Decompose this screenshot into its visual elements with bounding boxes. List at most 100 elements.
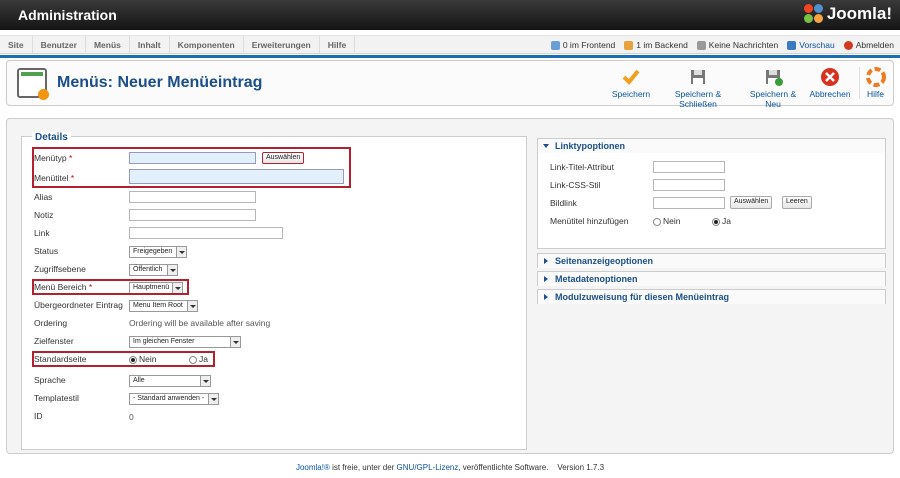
lang-value: Alle	[133, 377, 145, 384]
access-value: Öffentlich	[133, 266, 163, 273]
backend-count: 1 im Backend	[636, 40, 688, 50]
access-label: Zugriffsebene	[34, 264, 86, 274]
save-new-button[interactable]: Speichern & Neu	[743, 67, 803, 109]
access-select[interactable]: Öffentlich	[129, 264, 178, 276]
edit-form: Details Menütyp * Auswählen Menütitel * …	[6, 118, 894, 454]
footer: Joomla!® ist freie, unter der GNU/GPL-Li…	[0, 463, 900, 472]
lang-label: Sprache	[34, 375, 66, 385]
id-value: 0	[129, 412, 134, 422]
menu-site[interactable]: Site	[0, 36, 33, 54]
menu-help[interactable]: Hilfe	[320, 36, 356, 54]
parent-value: Menu Item Root	[133, 302, 183, 309]
title-attr-label: Link-Titel-Attribut	[550, 162, 614, 172]
ordering-label: Ordering	[34, 318, 68, 328]
frontend-count: 0 im Frontend	[562, 40, 616, 50]
metadata-panel: Metadatenoptionen	[537, 271, 886, 286]
dropdown-arrow-icon	[208, 394, 218, 404]
save-close-button[interactable]: Speichern & Schließen	[657, 67, 739, 109]
dropdown-arrow-icon	[187, 301, 197, 311]
joomla-logo-text: Joomla!	[826, 4, 892, 23]
radio-icon	[653, 217, 661, 226]
floppy-icon	[688, 67, 708, 87]
add-title-radio-no[interactable]: Nein	[653, 213, 680, 229]
target-value: Im gleichen Fenster	[133, 338, 195, 345]
cancel-icon	[820, 67, 840, 87]
lang-select[interactable]: Alle	[129, 375, 211, 387]
menu-menus[interactable]: Menüs	[86, 36, 130, 54]
tpl-select[interactable]: - Standard anwenden -	[129, 393, 219, 405]
footer-text-2: , veröffentlichte Software. Version 1.7.…	[458, 463, 605, 472]
title-attr-field[interactable]	[653, 161, 725, 173]
joomla-logo: Joomla!	[803, 4, 892, 24]
main-menubar: Site Benutzer Menüs Inhalt Komponenten E…	[0, 35, 900, 54]
save-button[interactable]: Speichern	[609, 67, 653, 99]
save-label: Speichern	[611, 89, 651, 99]
add-title-label: Menütitel hinzufügen	[550, 216, 629, 226]
messages-icon	[696, 40, 706, 50]
linktype-header[interactable]: Linktypoptionen	[538, 139, 885, 153]
module-assignment-panel: Modulzuweisung für diesen Menüeintrag	[537, 289, 886, 304]
messages-link[interactable]: Keine Nachrichten	[709, 40, 778, 50]
image-label: Bildlink	[550, 198, 577, 208]
top-header: Administration Joomla!	[0, 0, 900, 30]
note-field[interactable]	[129, 209, 256, 221]
add-title-radio-yes[interactable]: Ja	[712, 213, 731, 229]
link-label: Link	[34, 228, 50, 238]
link-field[interactable]	[129, 227, 283, 239]
highlight-menu	[32, 279, 189, 295]
save-new-label: Speichern & Neu	[749, 89, 797, 109]
menu-users[interactable]: Benutzer	[33, 36, 86, 54]
status-select[interactable]: Freigegeben	[129, 246, 187, 258]
tpl-value: - Standard anwenden -	[133, 395, 205, 402]
page-display-header[interactable]: Seitenanzeigeoptionen	[538, 254, 885, 268]
image-select-button[interactable]: Auswählen	[730, 196, 773, 209]
metadata-header[interactable]: Metadatenoptionen	[538, 272, 885, 286]
cancel-button[interactable]: Abbrechen	[808, 67, 852, 99]
menu-components[interactable]: Komponenten	[170, 36, 244, 54]
preview-link[interactable]: Vorschau	[799, 40, 834, 50]
target-label: Zielfenster	[34, 336, 74, 346]
help-button[interactable]: Hilfe	[859, 67, 891, 99]
target-select[interactable]: Im gleichen Fenster	[129, 336, 241, 348]
checkmark-icon	[621, 67, 641, 87]
header-divider	[0, 55, 900, 58]
dropdown-arrow-icon	[167, 265, 177, 275]
radio-selected-icon	[712, 217, 720, 226]
floppy-plus-icon	[763, 67, 783, 87]
parent-select[interactable]: Menu Item Root	[129, 300, 198, 312]
highlight-type-title	[32, 147, 351, 188]
status-bar: 0 im Frontend 1 im Backend Keine Nachric…	[550, 36, 894, 54]
image-clear-button[interactable]: Leeren	[782, 196, 812, 209]
highlight-home	[32, 351, 215, 367]
add-title-yes-label: Ja	[722, 216, 731, 226]
dropdown-arrow-icon	[230, 337, 240, 347]
menu-extensions[interactable]: Erweiterungen	[244, 36, 320, 54]
preview-icon	[787, 40, 797, 50]
note-label: Notiz	[34, 210, 54, 220]
save-close-label: Speichern & Schließen	[674, 89, 722, 109]
details-fieldset: Details Menütyp * Auswählen Menütitel * …	[21, 132, 527, 450]
alias-label: Alias	[34, 192, 53, 202]
module-assignment-header[interactable]: Modulzuweisung für diesen Menüeintrag	[538, 290, 885, 304]
admin-title: Administration	[18, 7, 117, 23]
joomla-link[interactable]: Joomla!®	[296, 463, 330, 472]
logout-link[interactable]: Abmelden	[856, 40, 894, 50]
lifebuoy-icon	[865, 67, 886, 87]
frontend-users-icon	[550, 40, 560, 50]
image-field[interactable]	[653, 197, 725, 209]
dropdown-arrow-icon	[200, 376, 210, 386]
menu-content[interactable]: Inhalt	[130, 36, 170, 54]
alias-field[interactable]	[129, 191, 256, 203]
license-link[interactable]: GNU/GPL-Lizenz	[397, 463, 459, 472]
help-label: Hilfe	[866, 89, 884, 99]
css-field[interactable]	[653, 179, 725, 191]
css-label: Link-CSS-Stil	[550, 180, 601, 190]
status-label: Status	[34, 246, 59, 256]
cancel-label: Abbrechen	[809, 89, 851, 99]
parent-label: Übergeordneter Eintrag	[34, 300, 123, 310]
menu-item-icon	[17, 68, 49, 100]
details-legend: Details	[32, 132, 71, 143]
page-title: Menüs: Neuer Menüeintrag	[57, 74, 263, 91]
toolbar: Menüs: Neuer Menüeintrag Speichern Speic…	[6, 60, 894, 109]
id-label: ID	[34, 411, 43, 421]
